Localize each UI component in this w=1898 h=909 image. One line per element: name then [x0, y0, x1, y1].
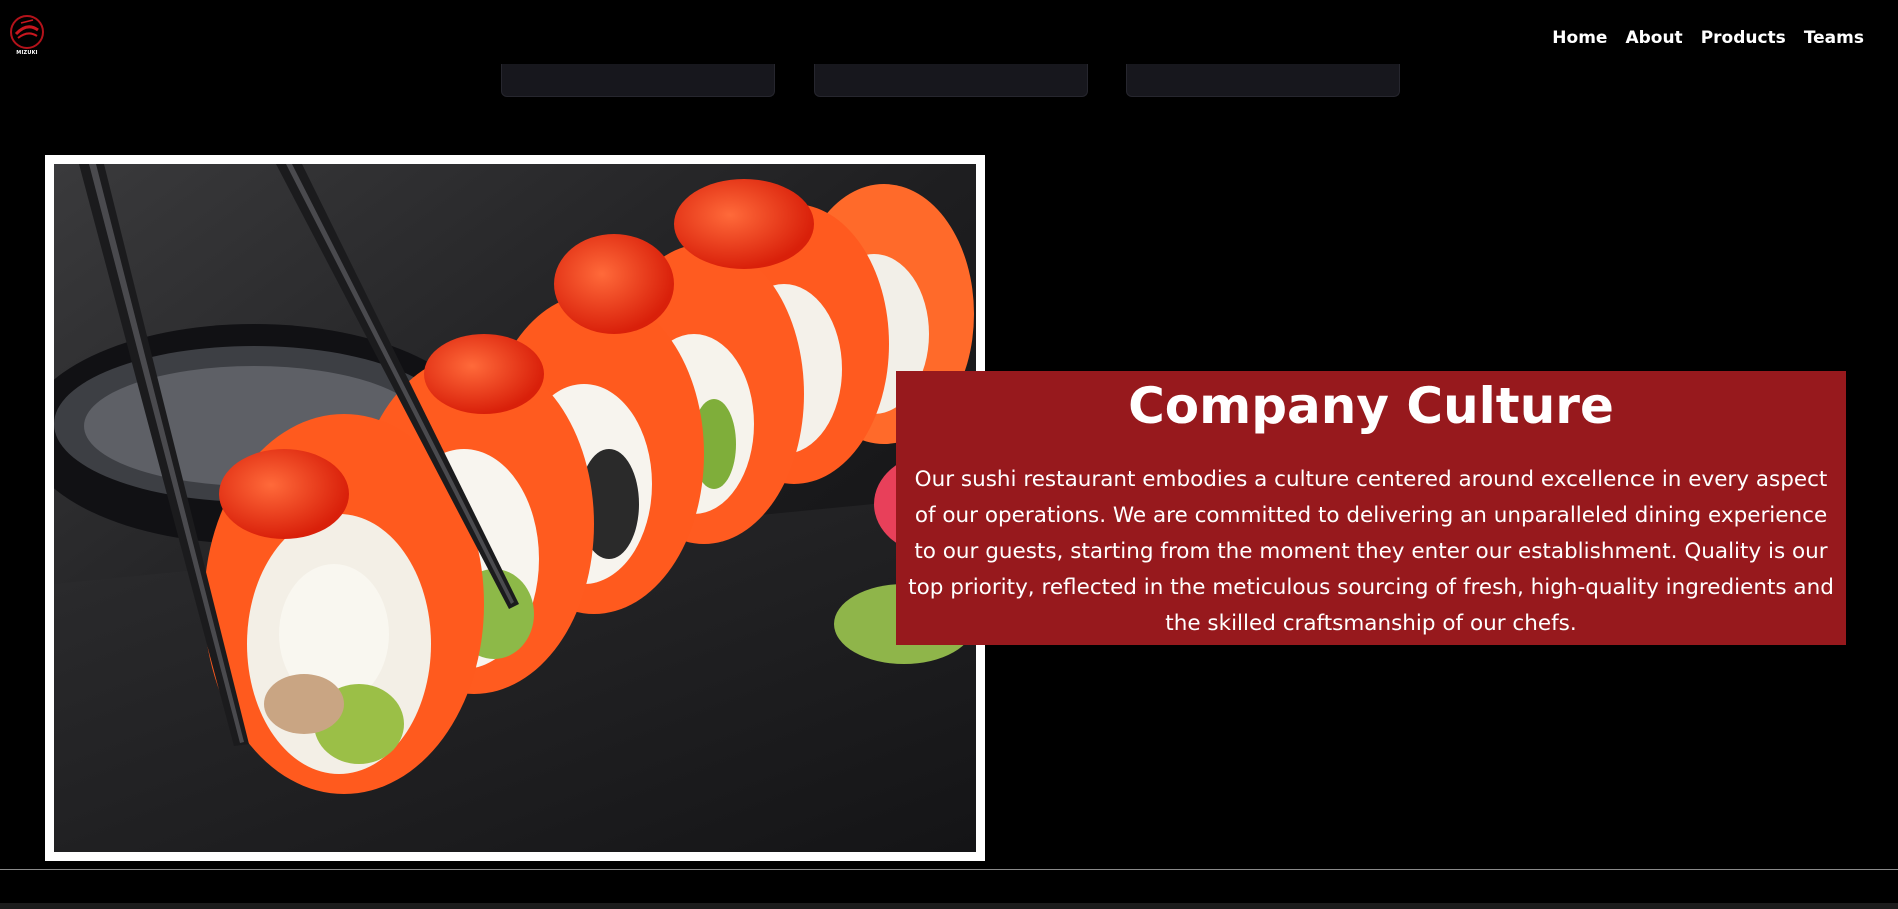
nav-home[interactable]: Home: [1552, 28, 1607, 48]
company-culture-section: Company Culture Our sushi restaurant emb…: [896, 371, 1846, 645]
page: MIZUKI Home About Products Teams Company…: [0, 0, 1898, 909]
partial-card: [1126, 64, 1400, 97]
partial-card: [814, 64, 1088, 97]
section-title: Company Culture: [1128, 377, 1614, 435]
logo-text: MIZUKI: [16, 50, 38, 56]
nav-products[interactable]: Products: [1701, 28, 1786, 48]
nav-teams[interactable]: Teams: [1804, 28, 1864, 48]
divider: [0, 869, 1898, 870]
sushi-photo: [54, 164, 976, 852]
sushi-logo-icon: [10, 15, 44, 49]
brand-logo[interactable]: MIZUKI: [8, 14, 46, 64]
sushi-photo-frame: [45, 155, 985, 861]
section-body: Our sushi restaurant embodies a culture …: [908, 467, 1834, 636]
footer-strip: [0, 903, 1898, 909]
main-nav: Home About Products Teams: [1552, 28, 1864, 48]
partial-card: [501, 64, 775, 97]
nav-about[interactable]: About: [1625, 28, 1682, 48]
